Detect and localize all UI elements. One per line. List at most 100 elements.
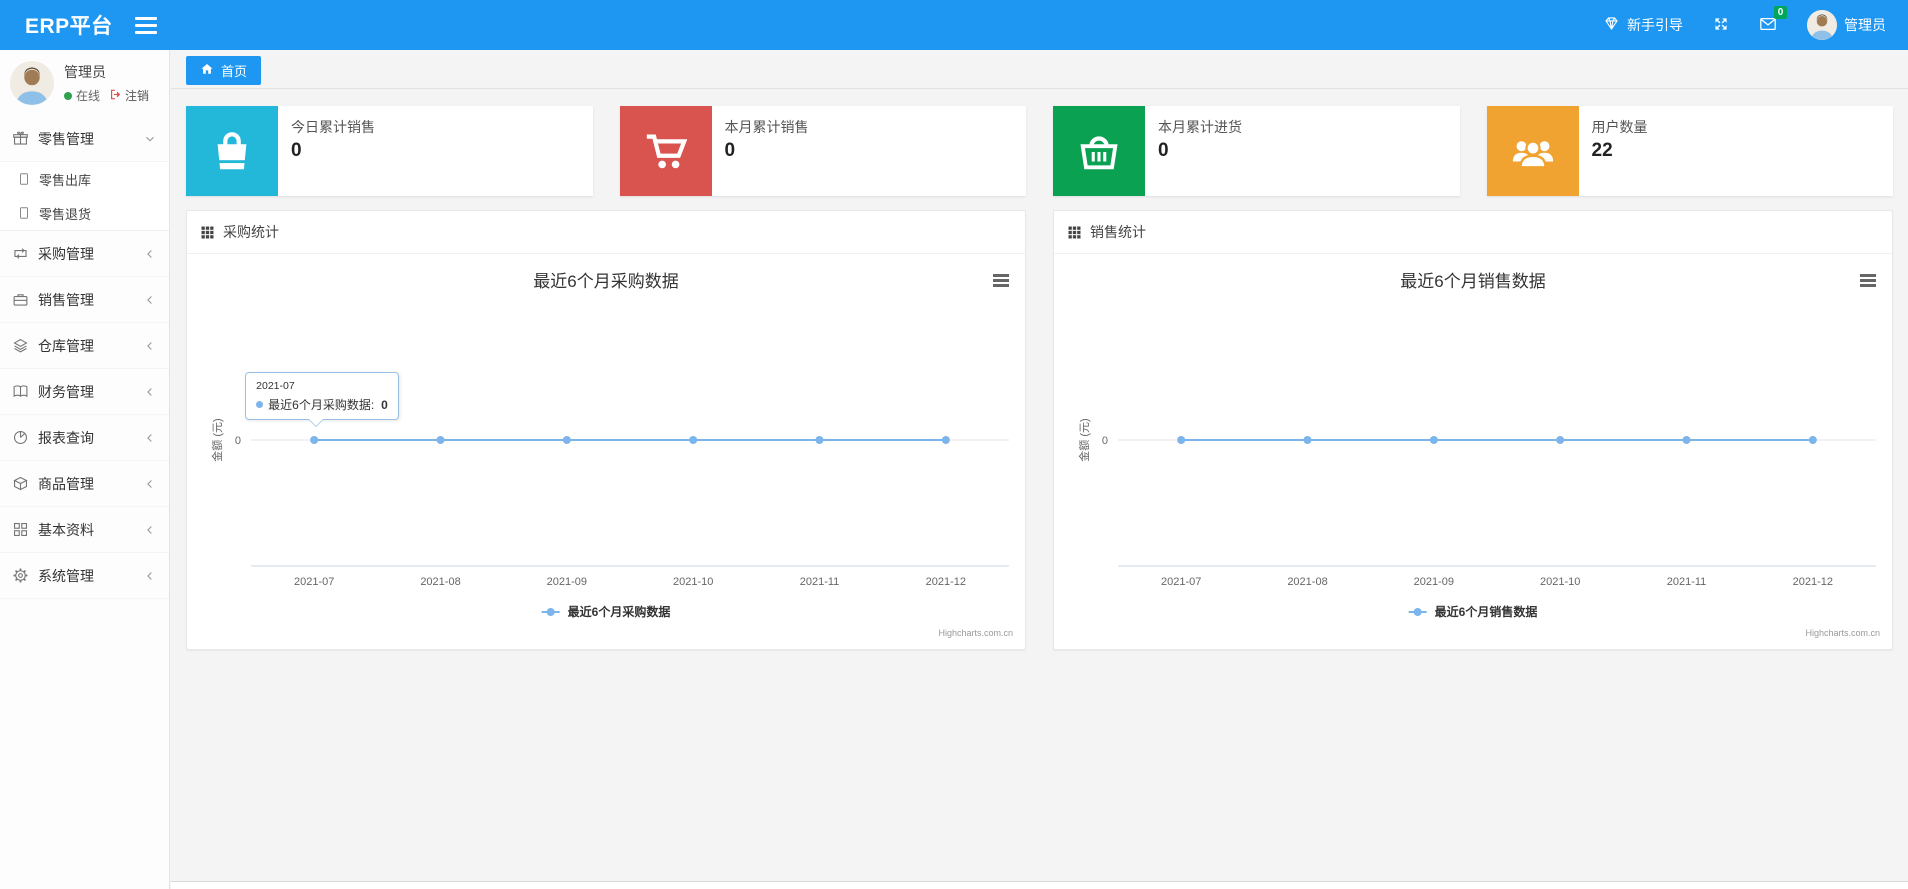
chevron-left-icon bbox=[143, 431, 157, 445]
tab-home[interactable]: 首页 bbox=[186, 56, 262, 85]
svg-text:0: 0 bbox=[1102, 435, 1108, 447]
sidebar: 管理员 在线 注销 零售管理 零售出库 零售退货 采购管理 销售管理 仓库管理 … bbox=[0, 50, 170, 889]
sidebar-item-warehouse[interactable]: 仓库管理 bbox=[0, 323, 169, 369]
footer bbox=[171, 881, 1908, 889]
svg-text:2021-10: 2021-10 bbox=[673, 576, 713, 588]
svg-text:最近6个月采购数据: 最近6个月采购数据 bbox=[568, 604, 671, 619]
sign-out-icon bbox=[109, 88, 122, 104]
svg-text:2021-12: 2021-12 bbox=[1793, 576, 1833, 588]
sidebar-item-retail[interactable]: 零售管理 bbox=[0, 116, 169, 162]
sidebar-item-products[interactable]: 商品管理 bbox=[0, 461, 169, 507]
svg-text:Highcharts.com.cn: Highcharts.com.cn bbox=[938, 628, 1013, 638]
sidebar-item-system[interactable]: 系统管理 bbox=[0, 553, 169, 599]
svg-text:2021-11: 2021-11 bbox=[800, 576, 840, 588]
home-icon bbox=[200, 62, 214, 79]
chevron-left-icon bbox=[143, 569, 157, 583]
stat-value: 0 bbox=[1158, 140, 1169, 161]
layers-icon bbox=[12, 337, 29, 354]
sidebar-toggle-button[interactable] bbox=[134, 14, 157, 36]
chart-svg: 最近6个月采购数据 0 金额 (元) 2021-07 2021-08 2021-09 202… bbox=[210, 272, 1013, 638]
grid-3x3-icon bbox=[200, 225, 215, 240]
svg-text:2021-07: 2021-07 bbox=[1161, 576, 1201, 588]
stat-label: 本月累计进货 bbox=[1158, 119, 1242, 135]
user-name: 管理员 bbox=[64, 64, 106, 80]
briefcase-icon bbox=[12, 291, 29, 308]
sales-stats-panel: 销售统计 最近6个月销售数据 0 金额 (元) 2021-07 2021-08 2021-… bbox=[1053, 210, 1893, 650]
chart-context-menu-button[interactable] bbox=[993, 274, 1009, 289]
chart-panels-row: 采购统计 最近6个月采购数据 0 金额 (元) 2021-07 2021-08 2021-… bbox=[171, 196, 1908, 650]
chevron-down-icon bbox=[143, 132, 157, 146]
fullscreen-button[interactable] bbox=[1713, 16, 1729, 35]
gem-icon bbox=[1603, 15, 1620, 35]
sidebar-item-reports[interactable]: 报表查询 bbox=[0, 415, 169, 461]
svg-text:金额 (元): 金额 (元) bbox=[1077, 418, 1091, 461]
svg-text:2021-08: 2021-08 bbox=[420, 576, 460, 588]
sidebar-menu: 零售管理 零售出库 零售退货 采购管理 销售管理 仓库管理 财务管理 报表查询 … bbox=[0, 116, 169, 599]
svg-text:金额 (元): 金额 (元) bbox=[210, 418, 224, 461]
stat-card-month-sales: 本月累计销售 0 bbox=[619, 106, 1026, 196]
svg-text:2021-07: 2021-07 bbox=[294, 576, 334, 588]
chevron-left-icon bbox=[143, 477, 157, 491]
svg-text:最近6个月销售数据: 最近6个月销售数据 bbox=[1435, 604, 1538, 619]
stat-label: 用户数量 bbox=[1591, 119, 1648, 135]
avatar bbox=[10, 61, 54, 105]
sidebar-item-retail-return[interactable]: 零售退货 bbox=[0, 196, 169, 230]
svg-text:最近6个月采购数据: 最近6个月采购数据 bbox=[533, 272, 678, 291]
logout-link[interactable]: 注销 bbox=[109, 87, 149, 104]
chart-context-menu-button[interactable] bbox=[1860, 274, 1876, 289]
stat-label: 今日累计销售 bbox=[291, 119, 375, 135]
user-panel: 管理员 在线 注销 bbox=[0, 50, 169, 116]
shopping-bag-icon bbox=[186, 106, 278, 196]
file-icon bbox=[17, 206, 31, 220]
svg-text:2021-09: 2021-09 bbox=[547, 576, 587, 588]
online-status-dot bbox=[64, 91, 72, 100]
main-content: 首页 今日累计销售 0 本月累计销售 0 本月累计进货 0 用户数量 22 采购… bbox=[171, 50, 1908, 889]
users-icon bbox=[1486, 106, 1579, 196]
brand-logo[interactable]: ERP平台 bbox=[0, 10, 135, 40]
sales-chart[interactable]: 最近6个月销售数据 0 金额 (元) 2021-07 2021-08 2021-09 202… bbox=[1054, 254, 1892, 648]
stat-card-user-count: 用户数量 22 bbox=[1486, 106, 1893, 196]
user-menu[interactable]: 管理员 bbox=[1807, 10, 1886, 40]
svg-text:0: 0 bbox=[235, 435, 241, 447]
svg-text:2021-09: 2021-09 bbox=[1414, 576, 1454, 588]
file-icon bbox=[17, 172, 31, 186]
purchase-chart[interactable]: 最近6个月采购数据 0 金额 (元) 2021-07 2021-08 2021-09 202… bbox=[187, 254, 1025, 648]
chevron-left-icon bbox=[143, 339, 157, 353]
basket-icon bbox=[1053, 106, 1145, 196]
chart-svg: 最近6个月销售数据 0 金额 (元) 2021-07 2021-08 2021-09 202… bbox=[1077, 272, 1880, 638]
chart-tooltip: 2021-07 最近6个月采购数据: 0 bbox=[245, 372, 399, 427]
svg-text:最近6个月销售数据: 最近6个月销售数据 bbox=[1400, 272, 1545, 291]
gear-icon bbox=[12, 567, 29, 584]
svg-text:2021-11: 2021-11 bbox=[1667, 576, 1707, 588]
svg-text:2021-12: 2021-12 bbox=[926, 576, 966, 588]
sidebar-item-basic-data[interactable]: 基本资料 bbox=[0, 507, 169, 553]
stat-card-month-purchases: 本月累计进货 0 bbox=[1053, 106, 1460, 196]
stat-label: 本月累计销售 bbox=[724, 119, 809, 135]
sidebar-item-purchase[interactable]: 采购管理 bbox=[0, 231, 169, 277]
guide-link[interactable]: 新手引导 bbox=[1603, 15, 1683, 35]
chevron-left-icon bbox=[143, 293, 157, 307]
stat-value: 0 bbox=[724, 140, 736, 161]
chevron-left-icon bbox=[143, 523, 157, 537]
avatar bbox=[1807, 10, 1837, 40]
panel-title: 采购统计 bbox=[223, 224, 279, 240]
chevron-left-icon bbox=[143, 385, 157, 399]
stat-value: 0 bbox=[291, 140, 302, 161]
top-navbar: ERP平台 新手引导 0 管理员 bbox=[0, 0, 1908, 50]
svg-text:2021-10: 2021-10 bbox=[1540, 576, 1580, 588]
panel-header: 销售统计 bbox=[1054, 211, 1892, 254]
sidebar-item-finance[interactable]: 财务管理 bbox=[0, 369, 169, 415]
tab-bar: 首页 bbox=[171, 50, 1908, 89]
svg-text:2021-08: 2021-08 bbox=[1287, 576, 1327, 588]
messages-button[interactable]: 0 bbox=[1759, 5, 1787, 36]
box-icon bbox=[12, 475, 29, 492]
pie-chart-icon bbox=[12, 429, 29, 446]
panel-title: 销售统计 bbox=[1090, 224, 1146, 240]
gift-icon bbox=[12, 130, 29, 147]
stat-card-today-sales: 今日累计销售 0 bbox=[186, 106, 593, 196]
sidebar-item-sales[interactable]: 销售管理 bbox=[0, 277, 169, 323]
chevron-left-icon bbox=[143, 247, 157, 261]
sidebar-item-retail-outbound[interactable]: 零售出库 bbox=[0, 162, 169, 196]
grid-3x3-icon bbox=[1067, 225, 1082, 240]
user-name: 管理员 bbox=[1844, 17, 1886, 33]
